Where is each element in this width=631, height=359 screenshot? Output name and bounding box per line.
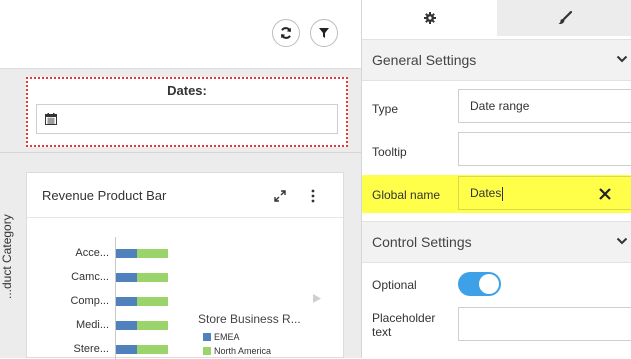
more-options-icon[interactable] <box>310 189 316 203</box>
global-name-label: Global name <box>372 188 441 202</box>
clear-icon[interactable] <box>599 188 611 200</box>
bar-north-america[interactable] <box>136 273 168 282</box>
refresh-icon <box>281 27 291 39</box>
legend-swatch <box>203 347 211 355</box>
dates-control-label: Dates: <box>167 83 207 98</box>
optional-toggle[interactable] <box>458 272 501 296</box>
bar-north-america[interactable] <box>136 297 168 306</box>
legend-title: Store Business R... <box>198 312 301 326</box>
chart-card[interactable]: Revenue Product Bar ...duct Category Acc… <box>0 172 344 359</box>
bar-emea[interactable] <box>116 345 137 354</box>
date-range-input[interactable] <box>36 104 338 134</box>
tab-style[interactable] <box>497 0 631 36</box>
y-tick-label: Comp... <box>70 295 109 307</box>
bar-emea[interactable] <box>116 249 137 258</box>
refresh-button[interactable] <box>272 19 300 47</box>
filter-button[interactable] <box>310 19 338 47</box>
type-label: Type <box>372 102 399 116</box>
bar-north-america[interactable] <box>136 321 168 330</box>
card-header-divider <box>27 217 343 218</box>
tab-settings[interactable] <box>362 0 497 36</box>
legend-swatch <box>203 333 211 341</box>
chevron-down-icon <box>616 237 628 245</box>
legend-label: EMEA <box>214 332 240 342</box>
bar-north-america[interactable] <box>136 345 168 354</box>
gear-icon <box>423 12 436 24</box>
optional-label: Optional <box>372 278 417 292</box>
toggle-knob <box>479 274 499 294</box>
date-range-control[interactable]: Dates: <box>26 77 348 147</box>
control-settings-title: Control Settings <box>372 234 472 250</box>
control-settings-header[interactable]: Control Settings <box>362 221 631 263</box>
bar-emea[interactable] <box>116 297 137 306</box>
y-axis-title: ...duct Category <box>0 214 14 299</box>
expand-icon[interactable] <box>273 189 287 203</box>
placeholder-field[interactable] <box>458 307 631 341</box>
bar-emea[interactable] <box>116 321 137 330</box>
text-cursor <box>502 186 504 201</box>
general-settings-header[interactable]: General Settings <box>362 39 631 81</box>
placeholder-label: Placeholder text <box>372 311 436 339</box>
calendar-icon <box>45 113 57 125</box>
legend-label: North America <box>214 346 272 356</box>
global-name-field[interactable]: Dates <box>458 176 631 210</box>
chevron-down-icon <box>616 55 628 63</box>
tooltip-label: Tooltip <box>372 145 407 159</box>
dashboard-canvas: Dates: Revenue Product Bar ...duct Categ… <box>0 0 361 359</box>
filter-icon <box>319 28 329 38</box>
canvas-divider <box>0 152 361 153</box>
chart-card-title: Revenue Product Bar <box>42 188 167 203</box>
bar-emea[interactable] <box>116 273 137 282</box>
legend-item[interactable]: EMEA <box>203 332 240 342</box>
legend-scroll-icon[interactable] <box>313 294 321 303</box>
general-settings-title: General Settings <box>372 52 477 68</box>
y-tick-label: Camc... <box>71 271 109 283</box>
properties-panel: General Settings Type Date range Tooltip… <box>361 0 631 358</box>
global-name-value: Dates <box>470 186 502 200</box>
y-tick-label: Acce... <box>75 247 109 259</box>
bar-north-america[interactable] <box>136 249 168 258</box>
y-tick-label: Medi... <box>75 319 109 331</box>
legend-item[interactable]: North America <box>203 346 272 356</box>
type-field[interactable]: Date range <box>458 89 631 123</box>
tooltip-field[interactable] <box>458 132 631 166</box>
canvas-toolbar <box>0 0 361 69</box>
y-tick-label: Stere... <box>73 343 109 355</box>
paintbrush-icon <box>558 11 572 25</box>
